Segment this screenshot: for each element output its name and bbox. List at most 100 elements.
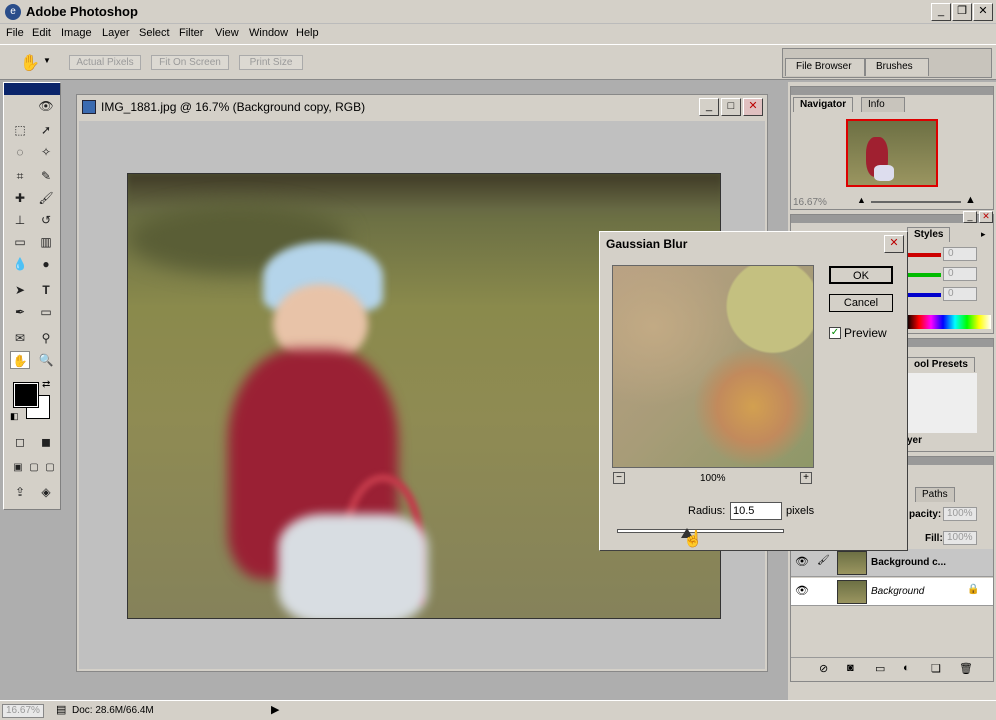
photoshop-icon: e [5, 4, 21, 20]
lasso-tool-icon[interactable]: ◌ [10, 143, 30, 161]
green-value[interactable]: 0 [943, 267, 977, 281]
new-layer-icon[interactable]: ❏ [931, 662, 941, 675]
brush-tool-icon[interactable]: 🖌 [36, 189, 56, 207]
panel-menu-arrow-icon[interactable]: ▸ [981, 229, 986, 240]
history-brush-tool-icon[interactable]: ↺ [36, 211, 56, 229]
hand-tool-icon[interactable]: ✋ [10, 351, 30, 369]
layer-mask-icon[interactable]: ◙ [847, 662, 854, 674]
layer-row[interactable]: 👁 Background 🔒 [791, 578, 993, 606]
tab-navigator[interactable]: Navigator [793, 97, 854, 112]
shape-tool-icon[interactable]: ▭ [36, 303, 56, 321]
zoom-tool-icon[interactable]: 🔍 [36, 351, 56, 369]
foreground-color-swatch[interactable] [13, 382, 39, 408]
blue-slider[interactable] [907, 293, 941, 297]
close-button[interactable]: ✕ [973, 3, 993, 21]
radius-units: pixels [786, 505, 815, 517]
swap-colors-icon[interactable]: ⇄ [42, 379, 50, 390]
imageready-icon[interactable]: ◈ [36, 483, 56, 501]
type-tool-icon[interactable]: T [36, 281, 56, 299]
path-selection-tool-icon[interactable]: ➤ [10, 281, 30, 299]
menu-image[interactable]: Image [61, 27, 92, 39]
layer-thumbnail [837, 580, 867, 604]
doc-minimize-button[interactable]: _ [699, 98, 719, 116]
status-zoom[interactable]: 16.67% [2, 704, 44, 718]
slice-tool-icon[interactable]: ✎ [36, 167, 56, 185]
menu-layer[interactable]: Layer [102, 27, 130, 39]
doc-maximize-button[interactable]: □ [721, 98, 741, 116]
layer-name: Background c... [871, 557, 947, 568]
dodge-tool-icon[interactable]: ● [36, 255, 56, 273]
default-colors-icon[interactable]: ◧ [10, 411, 19, 422]
opacity-field[interactable]: 100% [943, 507, 977, 521]
healing-brush-tool-icon[interactable]: ✚ [10, 189, 30, 207]
fill-field[interactable]: 100% [943, 531, 977, 545]
jump-to-imageready-icon[interactable]: ⇪ [10, 483, 30, 501]
fit-on-screen-button[interactable]: Fit On Screen [151, 55, 229, 70]
stamp-tool-icon[interactable]: ⊥ [10, 211, 30, 229]
dialog-close-button[interactable]: ✕ [884, 235, 904, 253]
minimize-button[interactable]: _ [931, 3, 951, 21]
zoom-in-preview-icon[interactable]: + [800, 472, 812, 484]
eye-icon[interactable]: 👁 [795, 555, 809, 568]
status-menu-arrow-icon[interactable]: ▶ [271, 703, 279, 716]
menu-view[interactable]: View [215, 27, 239, 39]
menu-edit[interactable]: Edit [32, 27, 51, 39]
red-value[interactable]: 0 [943, 247, 977, 261]
tab-info[interactable]: Info [861, 97, 905, 112]
gradient-tool-icon[interactable]: ▥ [36, 233, 56, 251]
cancel-button[interactable]: Cancel [829, 294, 893, 312]
magic-wand-tool-icon[interactable]: ✧ [36, 143, 56, 161]
layers-footer: ⊘ ◙ ▭ ◐ ❏ 🗑 [791, 657, 993, 681]
color-panel-minimize-button[interactable]: _ [963, 211, 977, 223]
navigator-thumbnail[interactable] [846, 119, 938, 187]
doc-close-button[interactable]: ✕ [743, 98, 763, 116]
eyedropper-tool-icon[interactable]: ⚲ [36, 329, 56, 347]
actual-pixels-button[interactable]: Actual Pixels [69, 55, 141, 70]
tab-file-browser[interactable]: File Browser [785, 58, 865, 76]
adjustment-layer-icon[interactable]: ◐ [903, 662, 910, 674]
crop-tool-icon[interactable]: ⌗ [10, 167, 30, 185]
zoom-in-icon[interactable]: ▲ [965, 194, 976, 206]
green-slider[interactable] [907, 273, 941, 277]
menu-select[interactable]: Select [139, 27, 170, 39]
tab-paths[interactable]: Paths [915, 487, 955, 502]
red-slider[interactable] [907, 253, 941, 257]
eye-icon[interactable]: 👁 [795, 584, 809, 597]
new-group-icon[interactable]: ▭ [875, 662, 885, 675]
quick-mask-mode-icon[interactable]: ◼ [36, 433, 56, 451]
blur-tool-icon[interactable]: 💧 [10, 255, 30, 273]
navigator-zoom-slider[interactable] [871, 201, 961, 203]
zoom-out-preview-icon[interactable]: − [613, 472, 625, 484]
zoom-out-icon[interactable]: ▲ [857, 195, 866, 205]
trash-icon[interactable]: 🗑 [959, 662, 973, 675]
screen-mode-full-icon[interactable]: ▢ [40, 459, 60, 477]
blur-preview[interactable] [612, 265, 814, 468]
tab-brushes[interactable]: Brushes [865, 58, 929, 76]
pen-tool-icon[interactable]: ✒ [10, 303, 30, 321]
notes-tool-icon[interactable]: ✉ [10, 329, 30, 347]
layer-row[interactable]: 👁 🖌 Background c... [791, 549, 993, 577]
blue-value[interactable]: 0 [943, 287, 977, 301]
marquee-tool-icon[interactable]: ⬚ [10, 121, 30, 139]
radius-input[interactable]: 10.5 [730, 502, 782, 520]
menu-window[interactable]: Window [249, 27, 288, 39]
lock-icon: 🔒 [967, 584, 980, 595]
restore-button[interactable]: ❐ [952, 3, 972, 21]
doc-size: Doc: 28.6M/66.4M [72, 705, 154, 716]
tab-styles[interactable]: Styles [907, 227, 951, 242]
tab-tool-presets[interactable]: ool Presets [907, 357, 975, 372]
menu-help[interactable]: Help [296, 27, 319, 39]
layer-style-icon[interactable]: ⊘ [819, 662, 828, 675]
move-tool-icon[interactable]: ➚ [36, 121, 56, 139]
color-panel-close-button[interactable]: ✕ [979, 211, 993, 223]
menu-filter[interactable]: Filter [179, 27, 203, 39]
ok-button[interactable]: OK [829, 266, 893, 284]
chevron-down-icon[interactable]: ▼ [43, 56, 51, 65]
preview-checkbox[interactable]: ✓ [829, 327, 841, 339]
eraser-tool-icon[interactable]: ▭ [10, 233, 30, 251]
menu-file[interactable]: File [6, 27, 24, 39]
print-size-button[interactable]: Print Size [239, 55, 303, 70]
standard-mode-icon[interactable]: ◻ [10, 433, 30, 451]
hand-tool-icon[interactable]: ✋ [20, 53, 40, 73]
color-ramp[interactable] [907, 315, 991, 329]
